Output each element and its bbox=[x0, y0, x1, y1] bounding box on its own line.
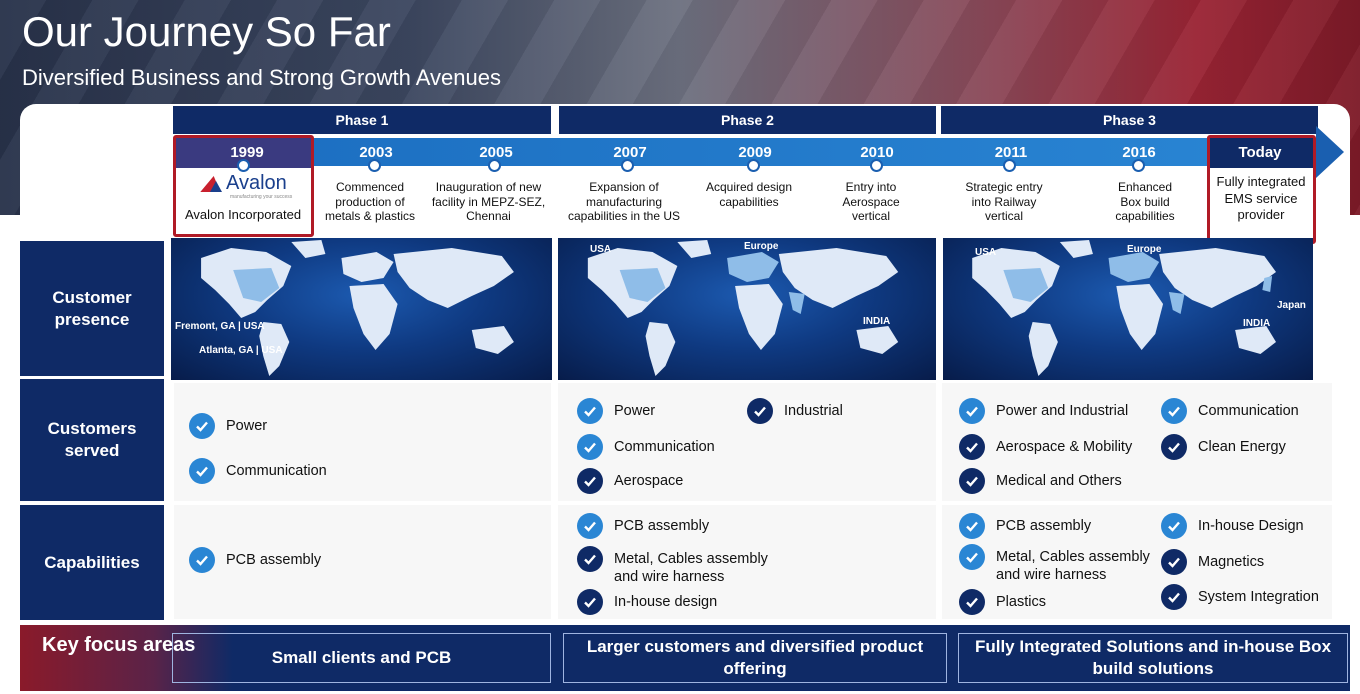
check-icon bbox=[1161, 513, 1187, 539]
list-item: In-house design bbox=[577, 589, 717, 615]
timeline-arrow-head bbox=[1316, 126, 1344, 178]
key-focus-phase-2: Larger customers and diversified product… bbox=[563, 633, 947, 683]
timeline-dot bbox=[237, 159, 250, 172]
row-label-customers-served: Customers served bbox=[20, 379, 164, 501]
list-item: Aerospace bbox=[577, 468, 683, 494]
list-item: PCB assembly bbox=[959, 513, 1091, 539]
check-icon bbox=[577, 434, 603, 460]
phase-2-header: Phase 2 bbox=[559, 106, 936, 134]
event-2011: Strategic entry into Railway vertical bbox=[965, 180, 1043, 223]
map-label: USA bbox=[975, 247, 997, 258]
map-label: INDIA bbox=[863, 316, 891, 327]
check-icon bbox=[959, 544, 985, 570]
timeline-dot bbox=[870, 159, 883, 172]
event-2005: Inauguration of new facility in MEPZ-SEZ… bbox=[431, 180, 546, 223]
map-label: Japan bbox=[1277, 300, 1306, 311]
check-icon bbox=[189, 458, 215, 484]
list-item: PCB assembly bbox=[577, 513, 709, 539]
event-2010: Entry into Aerospace vertical bbox=[842, 180, 900, 223]
list-item: Metal, Cables assembly and wire harness bbox=[577, 546, 787, 586]
avalon-logo: Avalon manufacturing your success bbox=[200, 172, 300, 200]
list-item: Communication bbox=[577, 434, 715, 460]
list-item: System Integration bbox=[1161, 584, 1319, 610]
timeline-dot bbox=[621, 159, 634, 172]
check-icon bbox=[1161, 434, 1187, 460]
list-item: Plastics bbox=[959, 589, 1046, 615]
list-item: Clean Energy bbox=[1161, 434, 1286, 460]
phase-3-header: Phase 3 bbox=[941, 106, 1318, 134]
check-icon bbox=[959, 434, 985, 460]
map-label: Atlanta, GA | USA bbox=[199, 345, 283, 356]
row-label-capabilities: Capabilities bbox=[20, 505, 164, 620]
check-icon bbox=[577, 546, 603, 572]
year-1999: 1999 bbox=[230, 144, 264, 161]
check-icon bbox=[747, 398, 773, 424]
map-phase-2: USA Europe INDIA bbox=[558, 238, 936, 380]
check-icon bbox=[577, 513, 603, 539]
event-2016: Enhanced Box build capabilities bbox=[1115, 180, 1175, 223]
check-icon bbox=[577, 589, 603, 615]
event-1999: Avalon Incorporated bbox=[184, 207, 302, 222]
check-icon bbox=[959, 589, 985, 615]
slide: Our Journey So Far Diversified Business … bbox=[0, 0, 1360, 694]
key-focus-phase-3: Fully Integrated Solutions and in-house … bbox=[958, 633, 1348, 683]
event-today: Fully integrated EMS service provider bbox=[1216, 174, 1306, 222]
timeline-dot bbox=[1132, 159, 1145, 172]
check-icon bbox=[959, 468, 985, 494]
timeline-dot bbox=[747, 159, 760, 172]
list-item: PCB assembly bbox=[189, 547, 321, 573]
list-item: Industrial bbox=[747, 398, 843, 424]
timeline-dot bbox=[368, 159, 381, 172]
list-item: Power bbox=[577, 398, 655, 424]
year-2007: 2007 bbox=[613, 144, 647, 161]
list-item: Power bbox=[189, 413, 267, 439]
map-phase-3: USA Europe Japan INDIA bbox=[943, 238, 1313, 380]
key-focus-phase-1: Small clients and PCB bbox=[172, 633, 551, 683]
event-2007: Expansion of manufacturing capabilities … bbox=[567, 180, 681, 223]
list-item: Power and Industrial bbox=[959, 398, 1128, 424]
check-icon bbox=[1161, 584, 1187, 610]
map-label: Europe bbox=[1127, 244, 1162, 255]
timeline-dot bbox=[1003, 159, 1016, 172]
map-label: INDIA bbox=[1243, 318, 1271, 329]
list-item: In-house Design bbox=[1161, 513, 1304, 539]
event-2009: Acquired design capabilities bbox=[705, 180, 793, 209]
check-icon bbox=[189, 413, 215, 439]
check-icon bbox=[189, 547, 215, 573]
row-label-customer-presence: Customer presence bbox=[20, 241, 164, 376]
list-item: Metal, Cables assembly and wire harness bbox=[959, 544, 1159, 584]
page-subtitle: Diversified Business and Strong Growth A… bbox=[22, 65, 501, 90]
map-label: USA bbox=[590, 244, 612, 255]
check-icon bbox=[577, 468, 603, 494]
list-item: Medical and Others bbox=[959, 468, 1122, 494]
event-2003: Commenced production of metals & plastic… bbox=[324, 180, 416, 223]
check-icon bbox=[959, 398, 985, 424]
list-item: Magnetics bbox=[1161, 549, 1264, 575]
map-phase-1: Fremont, GA | USA Atlanta, GA | USA bbox=[171, 238, 552, 380]
check-icon bbox=[577, 398, 603, 424]
map-label: Europe bbox=[744, 241, 779, 252]
page-title: Our Journey So Far bbox=[22, 8, 391, 55]
year-today: Today bbox=[1238, 144, 1282, 161]
map-label: Fremont, GA | USA bbox=[175, 321, 265, 332]
list-item: Aerospace & Mobility bbox=[959, 434, 1132, 460]
check-icon bbox=[959, 513, 985, 539]
list-item: Communication bbox=[1161, 398, 1299, 424]
list-item: Communication bbox=[189, 458, 327, 484]
check-icon bbox=[1161, 549, 1187, 575]
phase-1-header: Phase 1 bbox=[173, 106, 551, 134]
timeline-dot bbox=[488, 159, 501, 172]
check-icon bbox=[1161, 398, 1187, 424]
